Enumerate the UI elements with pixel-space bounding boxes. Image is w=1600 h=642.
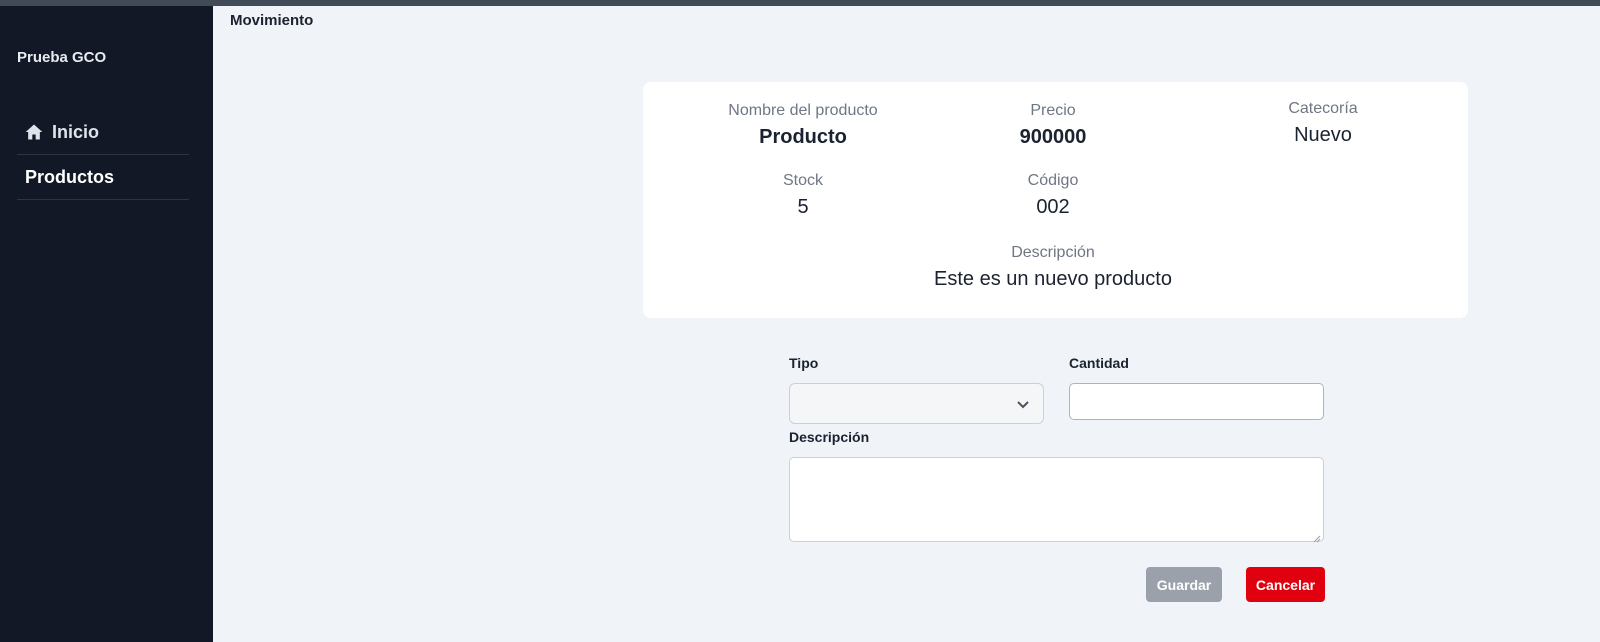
product-code-value: 002 bbox=[1036, 196, 1070, 218]
product-description-label: Descripción bbox=[1011, 244, 1095, 261]
product-details-card: Nombre del producto Producto Precio 9000… bbox=[643, 82, 1468, 318]
chevron-down-icon bbox=[1015, 396, 1031, 412]
product-category-label: Catecoría bbox=[1288, 100, 1358, 117]
product-name-value: Producto bbox=[759, 126, 847, 148]
product-price-label: Precio bbox=[1030, 102, 1076, 119]
product-code-field: Código 002 bbox=[973, 172, 1133, 219]
product-code-label: Código bbox=[1027, 172, 1079, 189]
product-price-field: Precio 900000 bbox=[973, 102, 1133, 149]
save-button[interactable]: Guardar bbox=[1146, 567, 1222, 602]
product-category-value: Nuevo bbox=[1294, 124, 1352, 146]
quantity-input[interactable] bbox=[1069, 383, 1324, 420]
sidebar-item-label: Productos bbox=[25, 166, 115, 187]
window-top-bar bbox=[0, 0, 1600, 6]
home-icon bbox=[24, 122, 44, 142]
movement-description-textarea[interactable] bbox=[789, 457, 1324, 543]
product-name-field: Nombre del producto Producto bbox=[693, 102, 913, 149]
page-title: Movimiento bbox=[230, 12, 314, 29]
brand-name: Prueba GCO bbox=[17, 49, 107, 66]
sidebar: Prueba GCO bbox=[0, 6, 213, 642]
type-label: Tipo bbox=[789, 355, 819, 371]
product-stock-field: Stock 5 bbox=[723, 172, 883, 219]
product-stock-label: Stock bbox=[782, 172, 823, 189]
product-description-value: Este es un nuevo producto bbox=[934, 268, 1172, 290]
sidebar-item-inicio[interactable]: Inicio bbox=[17, 110, 189, 155]
product-category-field: Catecoría Nuevo bbox=[1243, 100, 1403, 147]
sidebar-item-label: Inicio bbox=[52, 121, 100, 142]
cancel-button[interactable]: Cancelar bbox=[1246, 567, 1325, 602]
product-name-label: Nombre del producto bbox=[728, 102, 878, 119]
sidebar-item-productos[interactable]: Productos bbox=[17, 155, 189, 200]
type-select[interactable] bbox=[789, 383, 1044, 424]
product-stock-value: 5 bbox=[797, 196, 809, 218]
quantity-label: Cantidad bbox=[1069, 355, 1129, 371]
movement-description-label: Descripción bbox=[789, 429, 870, 445]
product-description-field: Descripción Este es un nuevo producto bbox=[873, 244, 1233, 291]
resize-grip-icon[interactable] bbox=[1312, 530, 1321, 543]
product-price-value: 900000 bbox=[1019, 126, 1087, 148]
